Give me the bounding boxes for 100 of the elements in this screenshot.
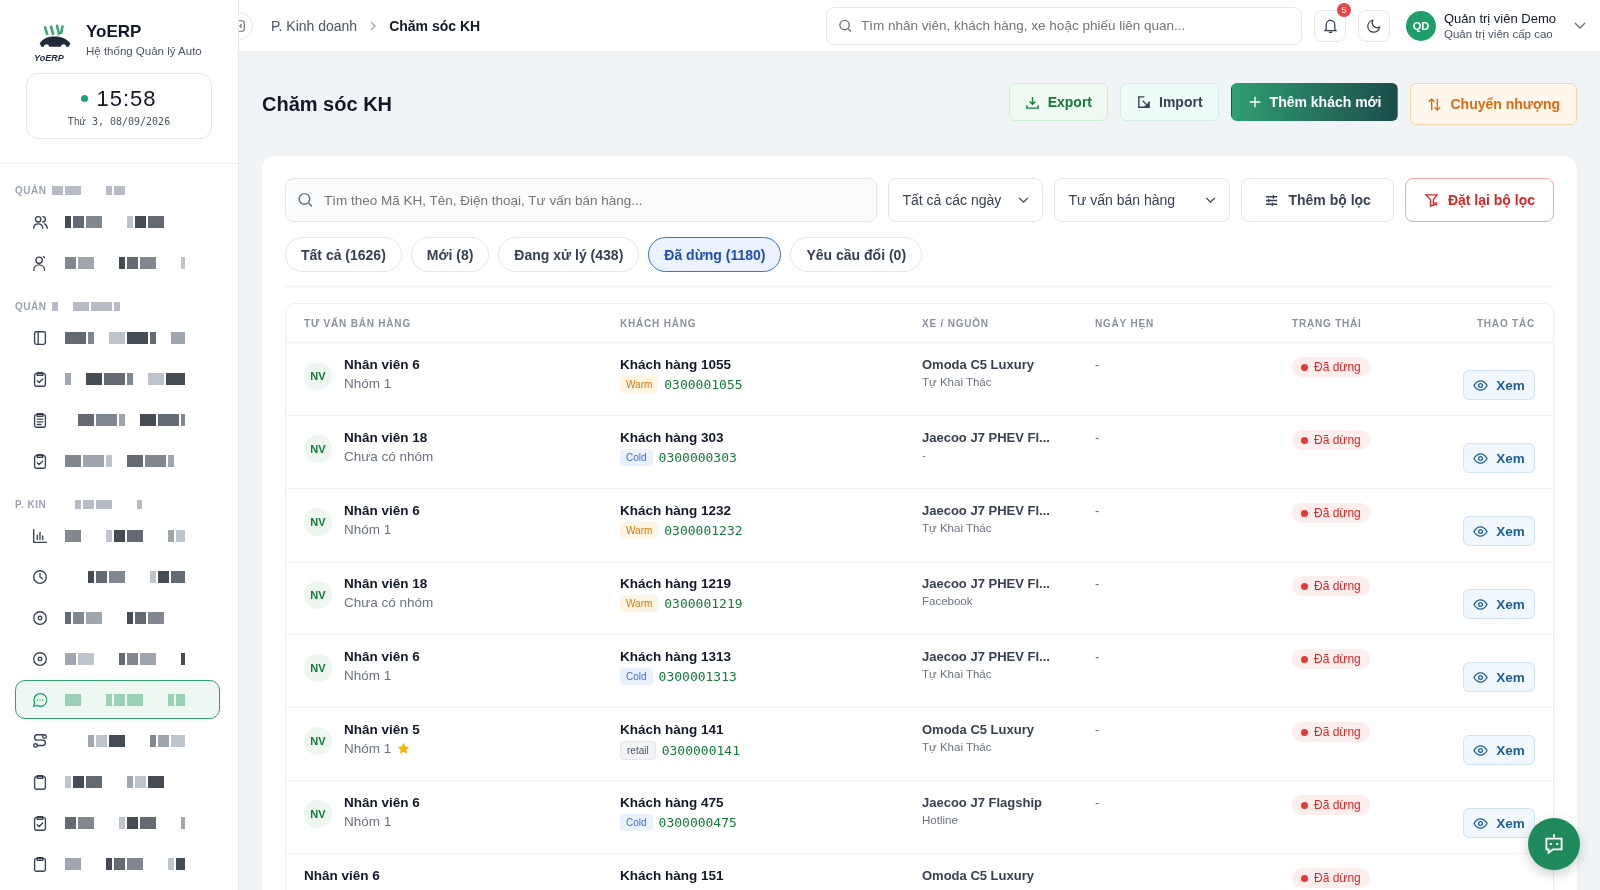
chevron-right-icon xyxy=(369,20,378,31)
appointment-date: - xyxy=(1095,722,1100,737)
customer-name: Khách hàng 1232 xyxy=(620,503,733,518)
lead-source: Hotline xyxy=(922,814,959,826)
vehicle-name: Omoda C5 Luxury xyxy=(922,357,1034,372)
filter-tab[interactable]: Mới (8) xyxy=(410,237,490,272)
clipboard-icon xyxy=(31,854,49,873)
notification-count: 5 xyxy=(1337,2,1351,17)
column-header: TƯ VẤN BÁN HÀNG xyxy=(304,317,412,329)
clipboard-check-icon xyxy=(31,451,49,470)
customer-name: Khách hàng 151 xyxy=(620,868,724,883)
advisor-name: Nhân viên 6 xyxy=(344,503,420,518)
view-button[interactable]: Xem xyxy=(1463,370,1535,400)
filter-tab[interactable]: Đã dừng (1180) xyxy=(648,237,782,272)
export-button[interactable]: Export xyxy=(1008,83,1109,121)
moon-icon xyxy=(1365,17,1383,34)
status-badge: Đã dừng xyxy=(1292,576,1370,596)
transfer-button[interactable]: Chuyển nhượng xyxy=(1410,83,1577,125)
eye-icon xyxy=(1473,815,1489,831)
customer-name: Khách hàng 475 xyxy=(620,795,725,810)
vehicle-name: Omoda C5 Luxury xyxy=(922,722,1034,737)
filter-reset-icon xyxy=(1423,192,1439,208)
lead-source: - xyxy=(922,449,927,461)
status-badge: Đã dừng xyxy=(1292,430,1370,450)
section-label: QUẢN xyxy=(15,300,47,312)
lead-source: Tự Khai Thác xyxy=(922,376,993,388)
advisor-name: Nhân viên 6 xyxy=(344,357,420,372)
clock-icon xyxy=(31,567,49,586)
date-dropdown[interactable]: Tất cả các ngày xyxy=(888,178,1044,222)
lead-tag: retail xyxy=(620,741,656,760)
chevron-down-icon xyxy=(1205,196,1217,204)
advisor-name: Nhân viên 6 xyxy=(344,649,420,664)
status-badge: Đã dừng xyxy=(1292,649,1370,669)
breadcrumb-item: Chăm sóc KH xyxy=(389,17,481,34)
advisor-name: Nhân viên 6 xyxy=(304,868,380,883)
import-button[interactable]: Import xyxy=(1120,83,1219,121)
appointment-date: - xyxy=(1095,576,1100,591)
vehicle-name: Jaecoo J7 Flagship xyxy=(922,795,1042,810)
phone-number: 0300000303 xyxy=(658,450,737,465)
eye-icon xyxy=(1473,742,1489,758)
chevron-down-icon[interactable] xyxy=(1574,21,1586,30)
disc-icon xyxy=(31,649,49,668)
advisor-name: Nhân viên 18 xyxy=(344,576,429,591)
status-badge: Đã dừng xyxy=(1292,868,1370,888)
advisor-name: Nhân viên 5 xyxy=(344,722,420,737)
eye-icon xyxy=(1473,377,1489,393)
notification-button[interactable] xyxy=(1314,9,1346,42)
add-button[interactable]: Thêm khách mới xyxy=(1230,83,1399,121)
swap-arrows-icon xyxy=(1427,96,1443,112)
filter-tab[interactable]: Đang xử lý (438) xyxy=(498,237,640,272)
bar-chart-icon xyxy=(31,526,49,545)
add-filter-button[interactable]: Thêm bộ lọc xyxy=(1241,178,1394,222)
group-name: Nhóm 1 xyxy=(344,522,392,537)
eye-icon xyxy=(1473,523,1489,539)
column-header: TRẠNG THÁI xyxy=(1292,317,1363,329)
group-name: Nhóm 1 xyxy=(344,814,392,829)
import-icon xyxy=(1136,94,1152,110)
filter-tab[interactable]: Tất cả (1626) xyxy=(285,237,402,272)
search-field[interactable]: Tìm nhân viên, khách hàng, xe hoặc phiếu liên quan... xyxy=(826,6,1302,45)
search-icon xyxy=(838,18,853,33)
eye-icon xyxy=(1473,596,1489,612)
lead-tag: Cold xyxy=(620,814,653,831)
phone-number: 0300001055 xyxy=(664,377,743,392)
clipboard-check-icon xyxy=(31,813,49,832)
advisor-avatar: NV xyxy=(304,435,332,463)
chat-icon xyxy=(31,690,49,709)
column-header: XE / NGUỒN xyxy=(922,317,990,329)
view-button[interactable]: Xem xyxy=(1463,443,1535,473)
view-button[interactable]: Xem xyxy=(1463,808,1535,838)
plus-icon xyxy=(1247,95,1262,109)
clipboard-check-icon xyxy=(31,369,49,388)
column-header: NGÀY HẸN xyxy=(1095,317,1155,329)
filter-tab[interactable]: Yêu cầu đổi (0) xyxy=(790,237,923,272)
theme-toggle-button[interactable] xyxy=(1358,9,1390,42)
appointment-date: - xyxy=(1095,503,1100,518)
view-button[interactable]: Xem xyxy=(1463,735,1535,765)
advisor-name: Nhân viên 6 xyxy=(344,795,420,810)
view-button[interactable]: Xem xyxy=(1463,662,1535,692)
user-avatar: QD xyxy=(1406,10,1436,41)
search-field[interactable]: Tìm theo Mã KH, Tên, Điện thoại, Tư vấn bán hàng... xyxy=(285,178,878,222)
bell-icon xyxy=(1321,17,1339,34)
reset-filter-button[interactable]: Đặt lại bộ lọc xyxy=(1404,178,1554,222)
breadcrumb-item[interactable]: P. Kinh doanh xyxy=(271,17,358,34)
appointment-date: - xyxy=(1095,795,1100,810)
customer-name: Khách hàng 1313 xyxy=(620,649,733,664)
vehicle-name: Jaecoo J7 PHEV Fl... xyxy=(922,576,1050,591)
vehicle-name: Omoda C5 Luxury xyxy=(922,868,1034,883)
group-name: Nhóm 1 xyxy=(344,741,392,756)
status-dot-icon xyxy=(81,95,89,102)
appointment-date: - xyxy=(1095,649,1100,664)
section-label: QUẢN xyxy=(15,184,47,196)
panel-icon xyxy=(31,328,49,347)
view-button[interactable]: Xem xyxy=(1463,589,1535,619)
phone-number: 0300000141 xyxy=(661,743,740,758)
advisor-dropdown[interactable]: Tư vấn bán hàng xyxy=(1054,178,1231,222)
view-button[interactable]: Xem xyxy=(1463,516,1535,546)
phone-number: 0300001232 xyxy=(664,523,743,538)
group-name: Chưa có nhóm xyxy=(344,595,434,610)
search-icon xyxy=(297,191,314,209)
app-name: YoERP xyxy=(86,22,143,42)
